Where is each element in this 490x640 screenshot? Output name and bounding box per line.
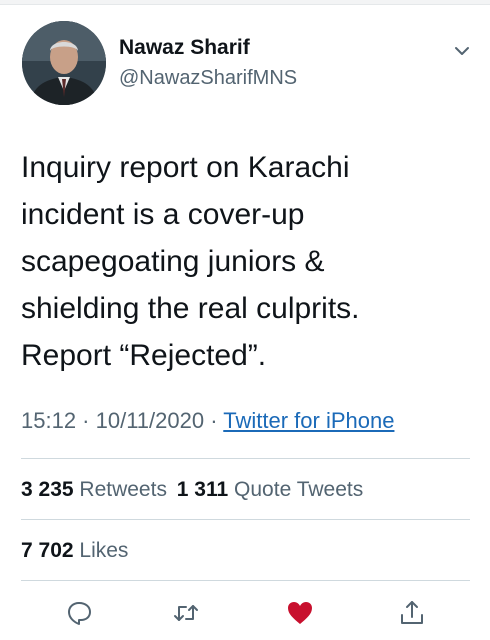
- likes-label: Likes: [79, 539, 129, 562]
- author-name[interactable]: Nawaz Sharif: [119, 36, 250, 60]
- chevron-down-icon[interactable]: [451, 40, 473, 62]
- reply-icon: [68, 602, 91, 625]
- quotes-count: 1 311: [176, 478, 229, 501]
- quotes-label: Quote Tweets: [234, 478, 364, 501]
- tweet-source-link[interactable]: Twitter for iPhone: [223, 408, 394, 433]
- divider: [21, 519, 470, 520]
- engagement-stats: 3 235 Retweets 1 311 Quote Tweets: [21, 478, 363, 502]
- tweet-text: Inquiry report on Karachi incident is a …: [21, 151, 360, 372]
- retweet-button[interactable]: [171, 598, 201, 628]
- share-icon: [401, 601, 423, 624]
- tweet-meta: 15:12 · 10/11/2020 · Twitter for iPhone: [21, 408, 394, 434]
- author-handle[interactable]: @NawazSharifMNS: [119, 67, 297, 90]
- retweets-count: 3 235: [21, 478, 74, 501]
- likes-stat[interactable]: 7 702 Likes: [21, 539, 128, 563]
- avatar-image: [22, 21, 106, 105]
- tweet-time: 15:12: [21, 408, 77, 433]
- share-button[interactable]: [397, 598, 427, 628]
- avatar[interactable]: [22, 21, 106, 105]
- divider: [21, 458, 470, 459]
- reply-button[interactable]: [64, 598, 94, 628]
- retweets-label: Retweets: [79, 478, 167, 501]
- tweet-date: 10/11/2020: [95, 408, 205, 433]
- likes-count: 7 702: [21, 539, 74, 562]
- divider: [21, 580, 470, 581]
- top-border: [0, 0, 490, 5]
- meta-separator: ·: [204, 408, 224, 433]
- meta-separator: ·: [76, 408, 96, 433]
- quote-tweets-stat[interactable]: 1 311 Quote Tweets: [177, 478, 363, 501]
- heart-filled-icon: [288, 602, 312, 624]
- retweet-icon: [174, 605, 198, 621]
- retweets-stat[interactable]: 3 235 Retweets: [21, 478, 167, 501]
- like-button[interactable]: [285, 598, 315, 628]
